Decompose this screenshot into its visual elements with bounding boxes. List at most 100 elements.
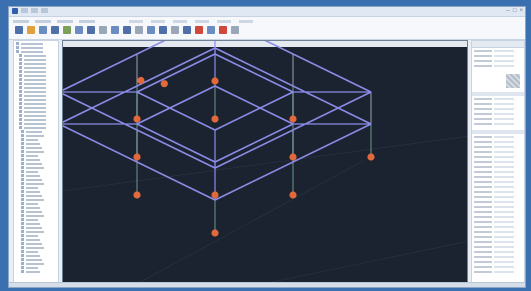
tool-button[interactable] <box>111 26 119 34</box>
property-row[interactable] <box>474 261 522 264</box>
tree-item[interactable] <box>16 54 56 57</box>
tree-item[interactable] <box>16 94 56 97</box>
tree-item[interactable] <box>16 226 56 229</box>
support-node[interactable] <box>367 153 375 161</box>
tree-item[interactable] <box>16 146 56 149</box>
property-row[interactable] <box>474 118 522 121</box>
tree-item[interactable] <box>16 130 56 133</box>
support-node[interactable] <box>289 153 297 161</box>
property-row[interactable] <box>474 98 522 101</box>
property-value[interactable] <box>494 251 514 253</box>
property-row[interactable] <box>474 271 522 274</box>
tool-button[interactable] <box>159 26 167 34</box>
property-value[interactable] <box>494 113 514 115</box>
tool-button[interactable] <box>123 26 131 34</box>
beam-line[interactable] <box>63 124 216 201</box>
property-row[interactable] <box>474 231 522 234</box>
property-row[interactable] <box>474 211 522 214</box>
tree-item[interactable] <box>16 106 56 109</box>
tool-button[interactable] <box>219 26 227 34</box>
property-value[interactable] <box>494 98 514 100</box>
property-row[interactable] <box>474 161 522 164</box>
property-value[interactable] <box>494 171 514 173</box>
property-value[interactable] <box>494 166 514 168</box>
property-row[interactable] <box>474 60 522 63</box>
tree-item[interactable] <box>16 62 56 65</box>
property-value[interactable] <box>494 108 514 110</box>
beam-line[interactable] <box>214 85 294 125</box>
property-value[interactable] <box>494 176 514 178</box>
tree-item[interactable] <box>16 186 56 189</box>
property-row[interactable] <box>474 146 522 149</box>
support-node[interactable] <box>133 153 141 161</box>
tree-item[interactable] <box>16 58 56 61</box>
tree-item[interactable] <box>16 162 56 165</box>
property-row[interactable] <box>474 241 522 244</box>
tree-item[interactable] <box>16 190 56 193</box>
tool-button[interactable] <box>183 26 191 34</box>
tree-item[interactable] <box>16 82 56 85</box>
property-value[interactable] <box>494 141 514 143</box>
property-row[interactable] <box>474 186 522 189</box>
tool-button[interactable] <box>63 26 71 34</box>
tree-item[interactable] <box>16 158 56 161</box>
property-row[interactable] <box>474 108 522 111</box>
tree-item[interactable] <box>16 66 56 69</box>
tree-item[interactable] <box>16 254 56 257</box>
property-row[interactable] <box>474 55 522 58</box>
tree-item[interactable] <box>16 174 56 177</box>
property-value[interactable] <box>494 271 514 273</box>
minimize-icon[interactable]: – <box>507 8 510 15</box>
support-node[interactable] <box>289 115 297 123</box>
beam-line[interactable] <box>136 91 216 131</box>
tree-item[interactable] <box>16 42 56 45</box>
tree-item[interactable] <box>16 70 56 73</box>
maximize-icon[interactable]: □ <box>513 8 517 15</box>
tree-item[interactable] <box>16 78 56 81</box>
property-value[interactable] <box>494 226 514 228</box>
tree-item[interactable] <box>16 178 56 181</box>
tree-item[interactable] <box>16 210 56 213</box>
property-value[interactable] <box>494 236 514 238</box>
property-row[interactable] <box>474 181 522 184</box>
property-row[interactable] <box>474 256 522 259</box>
tool-button[interactable] <box>195 26 203 34</box>
property-row[interactable] <box>474 236 522 239</box>
support-node[interactable] <box>211 115 219 123</box>
tool-button[interactable] <box>27 26 35 34</box>
tree-item[interactable] <box>16 202 56 205</box>
tree-item[interactable] <box>16 110 56 113</box>
support-node[interactable] <box>137 76 145 85</box>
property-row[interactable] <box>474 201 522 204</box>
property-value[interactable] <box>494 216 514 218</box>
property-value[interactable] <box>494 241 514 243</box>
support-node[interactable] <box>133 191 141 199</box>
qat-button[interactable] <box>31 8 38 13</box>
property-value[interactable] <box>494 221 514 223</box>
support-node[interactable] <box>289 191 297 199</box>
tree-item[interactable] <box>16 182 56 185</box>
tree-item[interactable] <box>16 238 56 241</box>
property-value[interactable] <box>494 266 514 268</box>
tree-item[interactable] <box>16 102 56 105</box>
property-value[interactable] <box>494 123 514 125</box>
tree-item[interactable] <box>16 90 56 93</box>
property-value[interactable] <box>494 50 514 52</box>
tree-item[interactable] <box>16 134 56 137</box>
properties-panel[interactable] <box>471 40 525 287</box>
tree-item[interactable] <box>16 74 56 77</box>
app-icon[interactable] <box>12 8 18 14</box>
property-group-header[interactable] <box>472 92 524 96</box>
model-tree-panel[interactable] <box>13 40 59 285</box>
tree-item[interactable] <box>16 166 56 169</box>
tree-item[interactable] <box>16 142 56 145</box>
tree-item[interactable] <box>16 138 56 141</box>
tree-item[interactable] <box>16 126 56 129</box>
property-value[interactable] <box>494 118 514 120</box>
property-row[interactable] <box>474 151 522 154</box>
tree-item[interactable] <box>16 222 56 225</box>
property-value[interactable] <box>494 161 514 163</box>
tree-item[interactable] <box>16 154 56 157</box>
property-value[interactable] <box>494 206 514 208</box>
qat-button[interactable] <box>21 8 28 13</box>
